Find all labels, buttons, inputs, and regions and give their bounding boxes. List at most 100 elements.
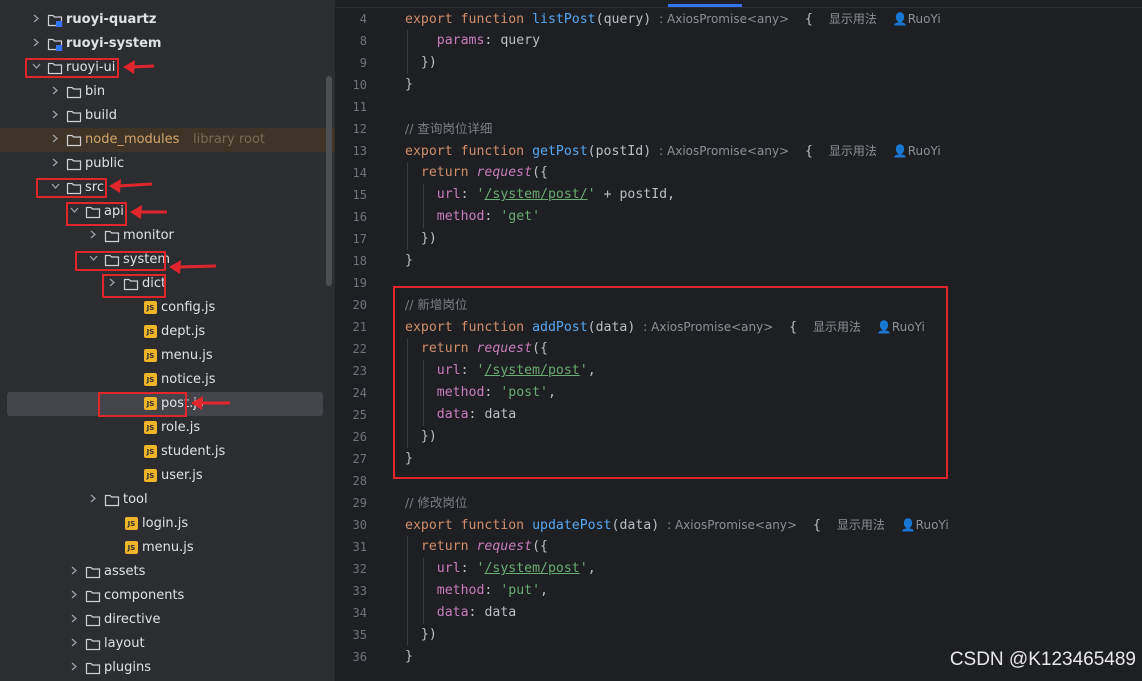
tree-item[interactable]: JS config.js	[0, 296, 335, 320]
chevron-right-icon[interactable]	[32, 38, 40, 47]
code-editor[interactable]: 4 8 9 10 11 12 13 14 15 16 17 18 19 20 21 22 23 24 25 26 27 2…	[335, 0, 1142, 681]
tree-item[interactable]: JS notice.js	[0, 368, 335, 392]
chevron-right-icon[interactable]	[51, 86, 59, 95]
author-hint[interactable]: 👤RuoYi	[901, 518, 949, 532]
tree-item[interactable]: JS menu.js	[0, 536, 335, 560]
tree-item[interactable]: JS role.js	[0, 416, 335, 440]
indent-guide	[407, 536, 408, 646]
line-number: 10	[352, 78, 367, 92]
code-line: }	[405, 77, 413, 92]
code-line: })	[420, 231, 437, 246]
line-number: 28	[352, 474, 367, 488]
tree-item-label: node_modules	[85, 132, 180, 147]
line-number: 15	[352, 188, 367, 202]
chevron-right-icon[interactable]	[70, 638, 78, 647]
tree-item[interactable]: JS menu.js	[0, 344, 335, 368]
url-string[interactable]: /system/post	[484, 561, 579, 576]
tree-scrollbar[interactable]	[326, 76, 332, 286]
chevron-right-icon[interactable]	[51, 110, 59, 119]
chevron-right-icon[interactable]	[51, 134, 59, 143]
line-number: 31	[352, 540, 367, 554]
tree-item[interactable]: public	[0, 152, 335, 176]
js-file-icon: JS	[144, 373, 157, 386]
tree-item[interactable]: bin	[0, 80, 335, 104]
tree-item[interactable]: JS student.js	[0, 440, 335, 464]
annotation-box-post	[98, 392, 187, 417]
code-line: data: data	[436, 605, 517, 620]
param: query	[603, 12, 644, 27]
code-line: params: query	[436, 33, 541, 48]
chevron-right-icon[interactable]	[32, 14, 40, 23]
js-file-icon: JS	[144, 325, 157, 338]
tree-item-label: login.js	[142, 516, 189, 531]
tree-item-label: notice.js	[161, 372, 216, 387]
usage-hint-link[interactable]: 显示用法	[829, 144, 877, 158]
folder-icon	[85, 612, 101, 628]
line-number: 36	[352, 650, 367, 664]
chevron-right-icon[interactable]	[70, 590, 78, 599]
code-line: })	[420, 627, 437, 642]
line-number: 23	[352, 364, 367, 378]
folder-icon	[66, 108, 82, 124]
annotation-box-src	[36, 178, 107, 198]
chevron-right-icon[interactable]	[89, 494, 97, 503]
chevron-right-icon[interactable]	[70, 662, 78, 671]
tree-item[interactable]: assets	[0, 560, 335, 584]
line-number: 24	[352, 386, 367, 400]
code-line: url: '/system/post/' + postId,	[436, 187, 676, 202]
author-hint[interactable]: 👤RuoYi	[893, 144, 941, 158]
folder-icon	[66, 84, 82, 100]
tree-item[interactable]: layout	[0, 632, 335, 656]
tree-item-label: role.js	[161, 420, 201, 435]
url-string[interactable]: /system/post/	[484, 187, 587, 202]
js-file-icon: JS	[144, 421, 157, 434]
code-line: }	[405, 253, 413, 268]
tree-item-label: tool	[123, 492, 148, 507]
tree-item-label: menu.js	[161, 348, 213, 363]
tree-item[interactable]: ruoyi-quartz	[0, 8, 335, 32]
comment: // 修改岗位	[405, 495, 468, 510]
code-line: export function listPost(query) : AxiosP…	[405, 12, 941, 27]
js-file-icon: JS	[144, 301, 157, 314]
tree-item[interactable]: ruoyi-system	[0, 32, 335, 56]
tree-item[interactable]: node_modules library root	[0, 128, 335, 152]
comment: // 查询岗位详细	[405, 121, 493, 136]
person-icon: 👤	[900, 518, 916, 532]
line-number: 35	[352, 628, 367, 642]
tree-item[interactable]: components	[0, 584, 335, 608]
js-file-icon: JS	[144, 469, 157, 482]
tree-item[interactable]: monitor	[0, 224, 335, 248]
usage-hint-link[interactable]: 显示用法	[829, 12, 877, 26]
tree-item[interactable]: tool	[0, 488, 335, 512]
tree-item[interactable]: JS user.js	[0, 464, 335, 488]
line-number: 27	[352, 452, 367, 466]
chevron-right-icon[interactable]	[51, 158, 59, 167]
line-number: 12	[352, 122, 367, 136]
tree-item[interactable]: plugins	[0, 656, 335, 680]
author-hint[interactable]: 👤RuoYi	[893, 12, 941, 26]
folder-icon	[66, 156, 82, 172]
tree-item[interactable]: JS login.js	[0, 512, 335, 536]
js-file-icon: JS	[125, 517, 138, 530]
tree-item[interactable]: build	[0, 104, 335, 128]
code-line: export function updatePost(data) : Axios…	[405, 518, 949, 533]
indent-guide	[407, 30, 408, 74]
code-line: export function getPost(postId) : AxiosP…	[405, 144, 941, 159]
tree-item[interactable]: JS dept.js	[0, 320, 335, 344]
type-hint: : AxiosPromise<any>	[659, 144, 790, 158]
usage-hint-link[interactable]: 显示用法	[837, 518, 885, 532]
chevron-right-icon[interactable]	[89, 230, 97, 239]
line-number: 29	[352, 496, 367, 510]
keyword: export	[405, 12, 453, 27]
tree-item-label: user.js	[161, 468, 203, 483]
chevron-right-icon[interactable]	[70, 566, 78, 575]
type-hint: : AxiosPromise<any>	[667, 518, 798, 532]
annotation-box-addpost	[393, 286, 948, 479]
code-line: }	[405, 649, 413, 664]
js-file-icon: JS	[144, 445, 157, 458]
line-number: 32	[352, 562, 367, 576]
chevron-right-icon[interactable]	[70, 614, 78, 623]
tree-item-label: student.js	[161, 444, 226, 459]
line-number: 4	[359, 12, 367, 26]
tree-item[interactable]: directive	[0, 608, 335, 632]
